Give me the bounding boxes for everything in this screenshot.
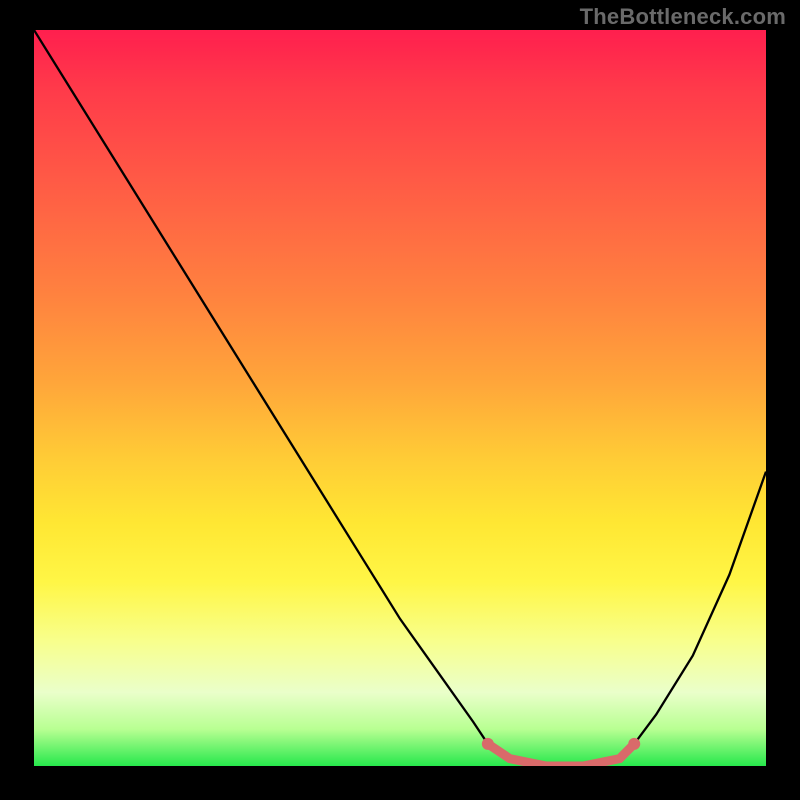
watermark-text: TheBottleneck.com xyxy=(580,4,786,30)
plot-area xyxy=(34,30,766,766)
marker-dot-left xyxy=(482,738,494,750)
bottleneck-curve xyxy=(34,30,766,766)
chart-svg xyxy=(34,30,766,766)
bottleneck-marker-segment xyxy=(488,744,634,766)
marker-dot-right xyxy=(628,738,640,750)
chart-frame: TheBottleneck.com xyxy=(0,0,800,800)
